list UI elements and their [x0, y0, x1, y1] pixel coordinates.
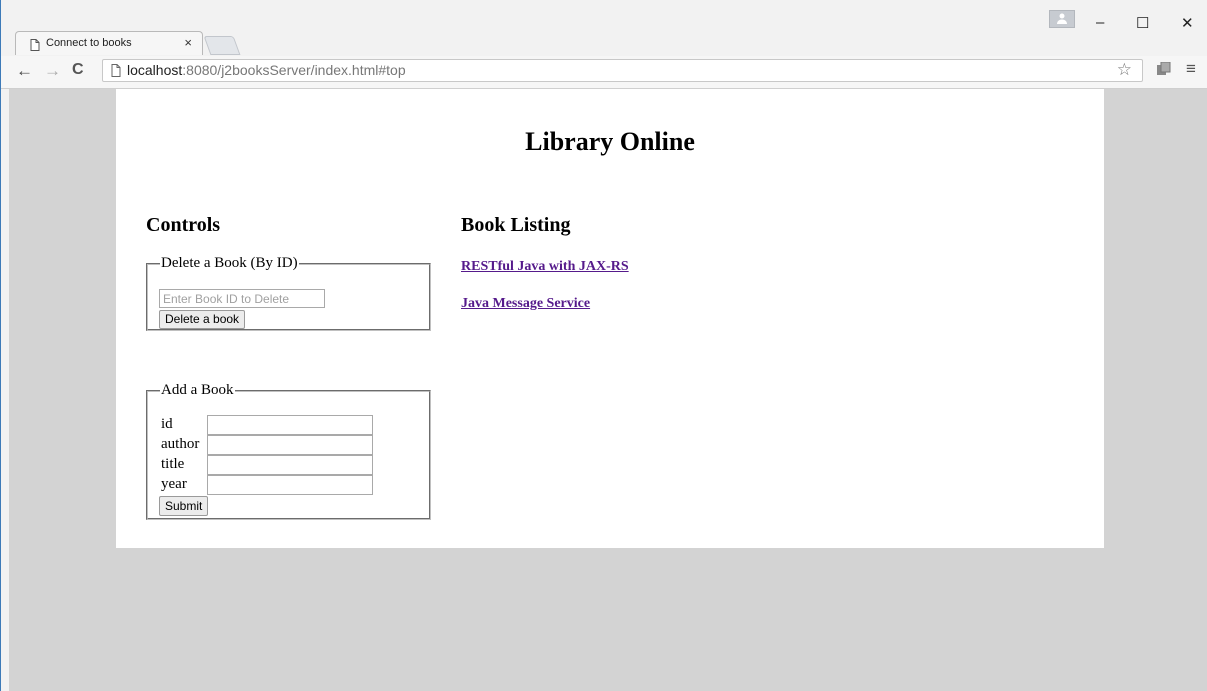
url-text: localhost:8080/j2booksServer/index.html#…	[127, 62, 406, 78]
delete-book-id-input[interactable]	[159, 289, 325, 308]
book-link[interactable]: Java Message Service	[461, 296, 590, 312]
maximize-button[interactable]: ☐	[1136, 14, 1149, 32]
reload-icon[interactable]: C	[72, 61, 84, 79]
page-content: Library Online Controls Delete a Book (B…	[116, 89, 1104, 548]
delete-book-legend: Delete a Book (By ID)	[161, 255, 298, 271]
id-label: id	[161, 416, 173, 432]
minimize-button[interactable]: –	[1096, 14, 1104, 31]
page-info-icon[interactable]	[111, 64, 121, 82]
author-field[interactable]	[207, 435, 373, 455]
back-icon[interactable]: ←	[16, 61, 33, 81]
browser-tab[interactable]: Connect to books ×	[15, 31, 203, 55]
tab-close-icon[interactable]: ×	[184, 35, 192, 50]
bookmark-star-icon[interactable]: ☆	[1117, 60, 1132, 80]
book-link[interactable]: RESTful Java with JAX-RS	[461, 259, 629, 275]
submit-button[interactable]: Submit	[159, 496, 209, 516]
add-book-legend: Add a Book	[161, 382, 234, 398]
forward-icon[interactable]: →	[44, 61, 61, 81]
book-listing-heading: Book Listing	[461, 214, 571, 236]
browser-window: Connect to books × – ☐ ✕ ← → C localhost…	[0, 0, 1207, 691]
add-book-fieldset: Add a Book id author title year Submit	[146, 382, 431, 520]
tab-strip: Connect to books × – ☐ ✕	[1, 0, 1207, 56]
author-label: author	[161, 436, 200, 452]
tab-title: Connect to books	[46, 37, 132, 49]
id-field[interactable]	[207, 415, 373, 435]
controls-heading: Controls	[146, 214, 221, 236]
page-icon	[30, 38, 40, 56]
menu-icon[interactable]: ≡	[1186, 59, 1196, 79]
title-field[interactable]	[207, 455, 373, 475]
close-button[interactable]: ✕	[1181, 14, 1194, 32]
extension-icon[interactable]	[1156, 61, 1172, 80]
page-title: Library Online	[525, 127, 695, 156]
delete-book-fieldset: Delete a Book (By ID) Delete a book	[146, 255, 431, 331]
year-label: year	[161, 476, 187, 492]
browser-toolbar: ← → C localhost:8080/j2booksServer/index…	[1, 56, 1207, 89]
delete-book-button[interactable]: Delete a book	[159, 310, 246, 329]
page-viewport: Library Online Controls Delete a Book (B…	[9, 89, 1207, 691]
new-tab-button[interactable]	[203, 36, 241, 55]
address-bar[interactable]: localhost:8080/j2booksServer/index.html#…	[102, 59, 1143, 82]
year-field[interactable]	[207, 475, 373, 495]
profile-icon[interactable]	[1049, 10, 1075, 28]
title-label: title	[161, 456, 185, 472]
